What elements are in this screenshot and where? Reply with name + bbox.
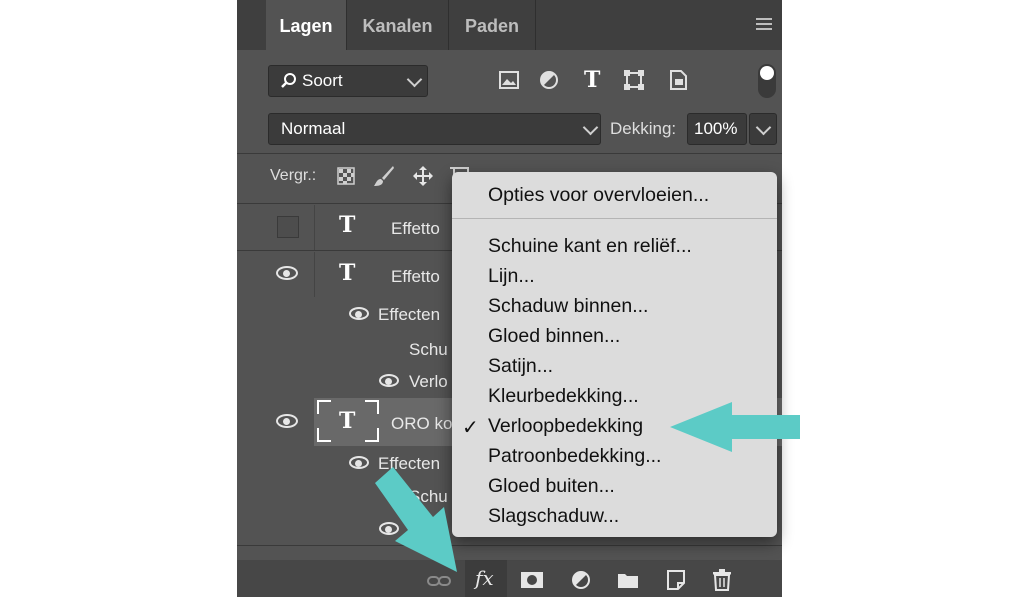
layer-thumbnail-selected: T <box>317 400 379 442</box>
effects-label: Effecten <box>378 454 441 473</box>
chevron-down-icon <box>582 119 599 136</box>
filter-toggle-knob <box>760 66 774 80</box>
search-icon <box>281 73 296 88</box>
tab-kanalen[interactable]: Kanalen <box>347 0 448 50</box>
text-layer-icon: T <box>339 212 356 238</box>
chevron-down-icon <box>406 71 423 88</box>
menu-item-pattern-overlay[interactable]: Patroonbedekking... <box>488 445 661 468</box>
panel-tab-bar: Lagen Kanalen Paden <box>237 0 782 50</box>
lock-image-pixels-icon[interactable] <box>373 164 395 188</box>
link-layers-icon[interactable] <box>427 575 451 587</box>
menu-item-drop-shadow[interactable]: Slagschaduw... <box>488 505 619 528</box>
divider <box>237 153 782 154</box>
text-layer-icon: T <box>339 260 356 286</box>
adjustment-layer-icon[interactable] <box>572 571 590 589</box>
opacity-dropdown-button[interactable] <box>749 113 777 145</box>
effects-label: Effecten <box>378 305 441 324</box>
layer-name[interactable]: Effetto <box>391 219 440 239</box>
eye-icon[interactable] <box>349 307 369 320</box>
lock-label: Vergr.: <box>270 167 317 184</box>
filter-kind-label: Soort <box>302 71 343 90</box>
opacity-value: 100% <box>694 119 738 138</box>
blend-mode-select[interactable]: Normaal <box>268 113 601 145</box>
add-layer-mask-icon[interactable] <box>521 572 543 588</box>
checkmark-icon: ✓ <box>462 417 479 439</box>
layer-name[interactable]: Effetto <box>391 267 440 287</box>
panel-menu-icon[interactable] <box>756 18 772 32</box>
menu-item-stroke[interactable]: Lijn... <box>488 265 535 288</box>
effect-name[interactable]: Verlo <box>409 372 448 392</box>
eye-icon[interactable] <box>276 266 298 280</box>
effect-name[interactable]: Schu <box>409 340 448 360</box>
eye-icon[interactable] <box>379 522 399 535</box>
menu-item-color-overlay[interactable]: Kleurbedekking... <box>488 385 639 408</box>
panel-bottom-toolbar: fx <box>237 560 782 597</box>
menu-item-gradient-overlay[interactable]: Verloopbedekking <box>488 415 643 438</box>
pixel-layer-filter-icon[interactable] <box>499 71 519 89</box>
divider <box>237 545 782 546</box>
menu-item-bevel-emboss[interactable]: Schuine kant en reliëf... <box>488 235 692 258</box>
adjustment-layer-filter-icon[interactable] <box>540 71 558 89</box>
eye-icon[interactable] <box>379 374 399 387</box>
filter-toggle[interactable] <box>758 64 776 98</box>
column-divider <box>314 252 315 297</box>
opacity-input[interactable]: 100% <box>687 113 747 145</box>
menu-item-blending-options[interactable]: Opties voor overvloeien... <box>488 184 709 207</box>
layer-name[interactable]: ORO ko <box>391 414 452 434</box>
visibility-toggle-off[interactable] <box>277 216 299 238</box>
text-layer-icon: T <box>339 408 356 434</box>
folder-icon[interactable] <box>617 571 639 589</box>
fx-label: fx <box>475 566 494 590</box>
tab-paden[interactable]: Paden <box>449 0 535 50</box>
filter-kind-select[interactable]: Soort <box>268 65 428 97</box>
lock-position-icon[interactable] <box>412 165 434 187</box>
menu-separator <box>452 218 777 219</box>
tab-divider <box>535 0 536 50</box>
column-divider <box>314 205 315 250</box>
type-layer-filter-icon[interactable]: T <box>584 67 600 93</box>
smart-object-filter-icon[interactable] <box>670 70 687 90</box>
blend-mode-value: Normaal <box>281 119 346 138</box>
menu-item-inner-shadow[interactable]: Schaduw binnen... <box>488 295 648 318</box>
menu-item-inner-glow[interactable]: Gloed binnen... <box>488 325 620 348</box>
opacity-label: Dekking: <box>610 119 677 138</box>
layer-style-context-menu: Opties voor overvloeien... Schuine kant … <box>452 172 777 537</box>
eye-icon[interactable] <box>276 414 298 428</box>
effect-name[interactable]: Schu <box>409 487 448 507</box>
menu-item-satin[interactable]: Satijn... <box>488 355 553 378</box>
lock-transparent-pixels-icon[interactable] <box>337 167 355 185</box>
chevron-down-icon <box>755 119 772 136</box>
fx-button[interactable]: fx <box>465 560 507 597</box>
tab-lagen[interactable]: Lagen <box>266 0 346 50</box>
eye-icon[interactable] <box>349 456 369 469</box>
shape-layer-filter-icon[interactable] <box>624 70 644 90</box>
menu-item-outer-glow[interactable]: Gloed buiten... <box>488 475 615 498</box>
new-layer-icon[interactable] <box>667 570 685 590</box>
trash-icon[interactable] <box>713 569 731 591</box>
